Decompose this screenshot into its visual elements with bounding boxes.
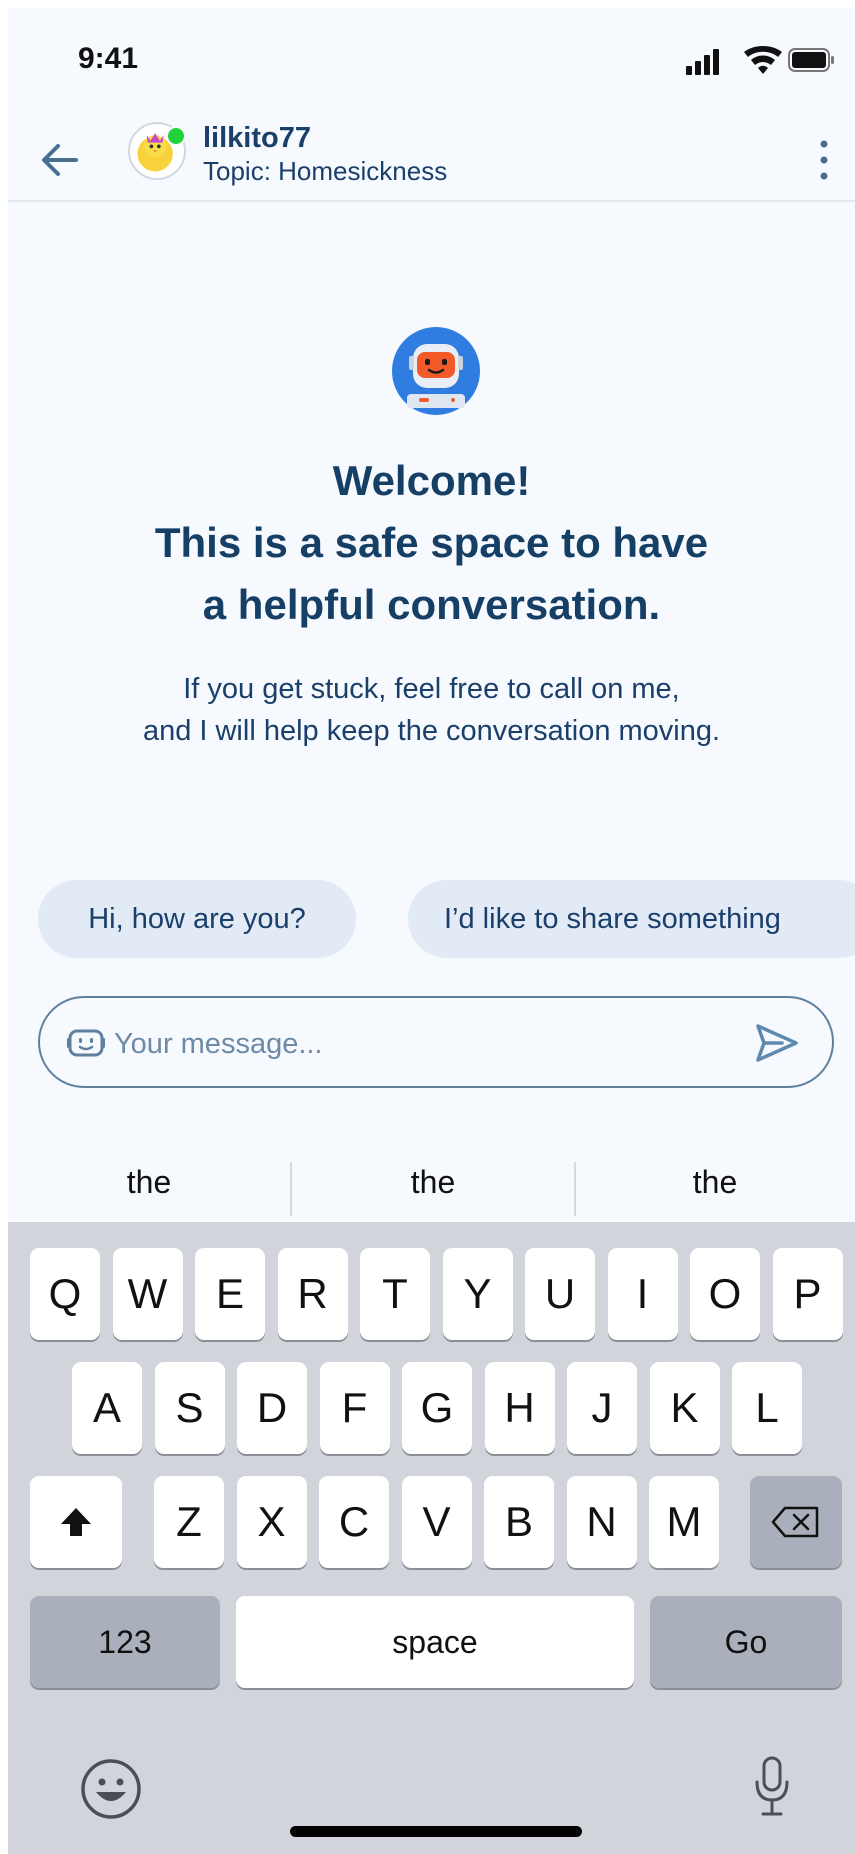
go-key[interactable]: Go xyxy=(650,1596,842,1688)
prediction-word[interactable]: the xyxy=(8,1142,290,1222)
header-divider xyxy=(8,200,855,202)
key-p[interactable]: P xyxy=(772,1248,843,1340)
prediction-word[interactable]: the xyxy=(574,1142,855,1222)
status-time: 9:41 xyxy=(78,42,139,75)
microphone-icon[interactable] xyxy=(752,1756,792,1818)
shift-key[interactable] xyxy=(30,1476,122,1568)
key-n[interactable]: N xyxy=(566,1476,637,1568)
space-key[interactable]: space xyxy=(236,1596,634,1688)
assistant-bot-icon xyxy=(392,327,480,415)
emoji-icon[interactable] xyxy=(80,1758,142,1820)
key-d[interactable]: D xyxy=(237,1362,307,1454)
home-indicator[interactable] xyxy=(290,1826,582,1837)
key-y[interactable]: Y xyxy=(442,1248,513,1340)
send-icon[interactable] xyxy=(752,1018,802,1068)
delete-key[interactable] xyxy=(750,1476,842,1568)
prediction-word[interactable]: the xyxy=(292,1142,574,1222)
key-v[interactable]: V xyxy=(401,1476,472,1568)
chat-username: lilkito77 xyxy=(203,122,311,154)
app-screen: 9:41 lilkito77 Topic: Homesickness Welco… xyxy=(8,8,855,1854)
key-z[interactable]: Z xyxy=(154,1476,224,1568)
key-w[interactable]: W xyxy=(112,1248,183,1340)
key-h[interactable]: H xyxy=(484,1362,555,1454)
chat-topic: Topic: Homesickness xyxy=(203,156,448,186)
key-r[interactable]: R xyxy=(277,1248,348,1340)
battery-icon xyxy=(788,48,834,72)
signal-icon xyxy=(686,49,719,75)
key-a[interactable]: A xyxy=(72,1362,142,1454)
key-i[interactable]: I xyxy=(607,1248,678,1340)
suggestion-chip[interactable]: I’d like to share something xyxy=(408,880,855,958)
online-status-dot xyxy=(166,126,186,146)
wifi-icon xyxy=(744,46,782,74)
key-o[interactable]: O xyxy=(690,1248,760,1340)
key-j[interactable]: J xyxy=(567,1362,637,1454)
key-x[interactable]: X xyxy=(236,1476,307,1568)
welcome-message: If you get stuck, feel free to call on m… xyxy=(142,673,721,747)
assistant-bot-button-icon[interactable] xyxy=(66,1028,106,1058)
key-u[interactable]: U xyxy=(525,1248,595,1340)
key-c[interactable]: C xyxy=(319,1476,389,1568)
message-input[interactable] xyxy=(112,1016,736,1072)
welcome-title: Welcome! This is a safe space to have a … xyxy=(154,457,709,628)
key-b[interactable]: B xyxy=(484,1476,554,1568)
back-arrow-icon[interactable] xyxy=(36,136,84,184)
shift-arrow-icon xyxy=(61,1508,91,1536)
key-g[interactable]: G xyxy=(402,1362,472,1454)
key-m[interactable]: M xyxy=(649,1476,719,1568)
predictive-text-bar: the the the xyxy=(8,1142,855,1222)
more-vertical-icon[interactable] xyxy=(816,138,832,182)
key-e[interactable]: E xyxy=(195,1248,265,1340)
key-k[interactable]: K xyxy=(649,1362,720,1454)
suggestion-chip[interactable]: Hi, how are you? xyxy=(38,880,356,958)
key-q[interactable]: Q xyxy=(30,1248,100,1340)
backspace-icon xyxy=(771,1506,819,1538)
key-f[interactable]: F xyxy=(319,1362,390,1454)
key-s[interactable]: S xyxy=(154,1362,225,1454)
numbers-key[interactable]: 123 xyxy=(30,1596,220,1688)
status-icons xyxy=(686,46,834,75)
message-composer[interactable] xyxy=(38,996,834,1088)
key-t[interactable]: T xyxy=(360,1248,430,1340)
key-l[interactable]: L xyxy=(732,1362,802,1454)
